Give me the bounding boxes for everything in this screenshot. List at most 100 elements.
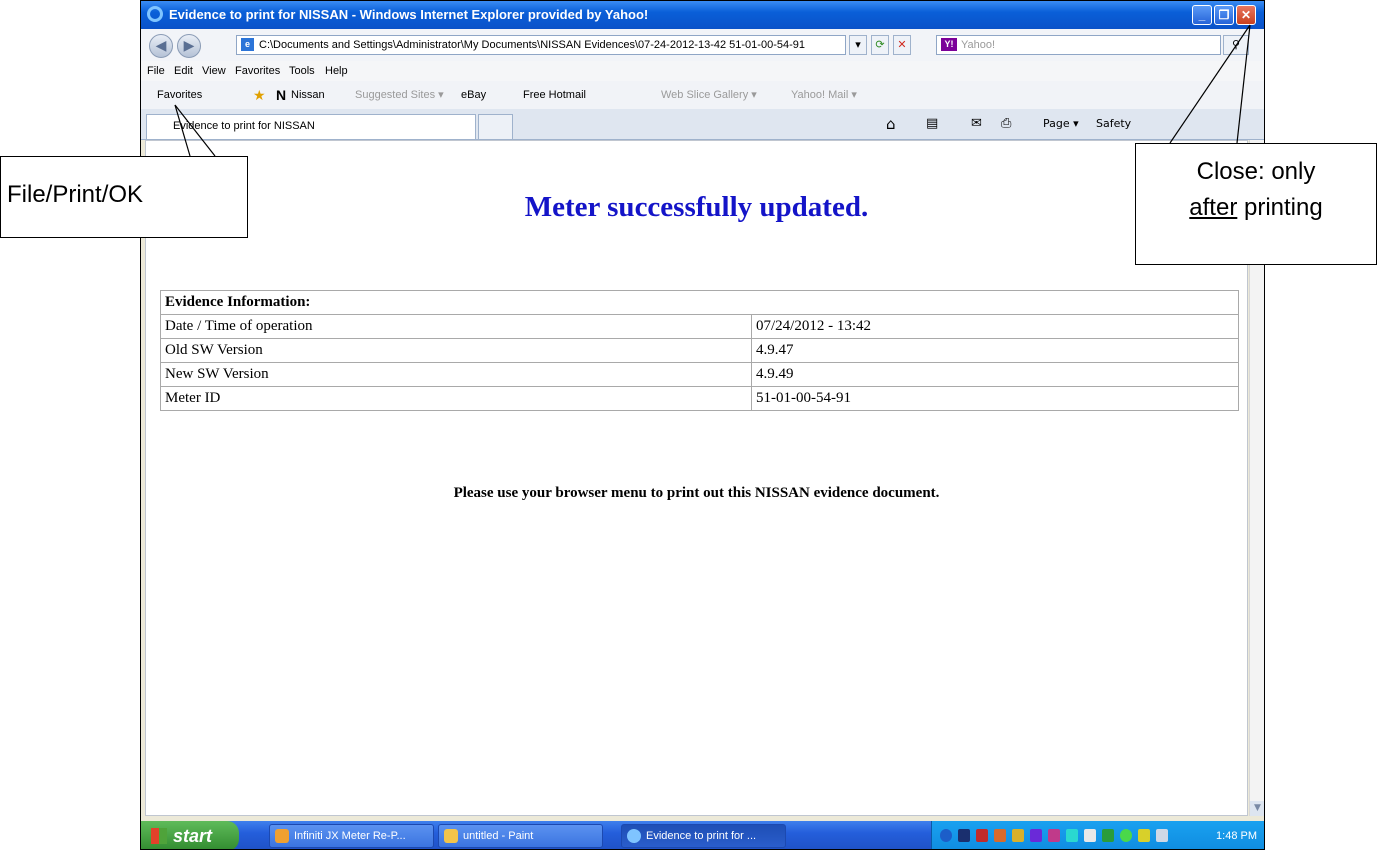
ie-icon (147, 6, 163, 22)
mail-icon[interactable]: ✉ (971, 109, 982, 139)
task-label: untitled - Paint (463, 830, 534, 842)
table-header-row: Evidence Information: (160, 290, 1239, 315)
page-heading: Meter successfully updated. (524, 191, 869, 223)
close-callout-line1: Close: only (1196, 158, 1316, 185)
file-print-callout: File/Print/OK (0, 156, 248, 238)
task-evidence[interactable]: Evidence to print for ... (621, 824, 786, 848)
address-url: C:\Documents and Settings\Administrator\… (259, 39, 805, 51)
menu-help[interactable]: Help (325, 61, 348, 81)
row-label: Old SW Version (160, 338, 752, 363)
close-printing-text: printing (1237, 194, 1323, 221)
close-button[interactable]: ✕ (1236, 5, 1256, 25)
fav-web-slice-gallery[interactable]: Web Slice Gallery ▾ (661, 81, 757, 109)
search-input[interactable]: Y! Yahoo! (936, 35, 1221, 55)
row-label: Date / Time of operation (160, 314, 752, 339)
title-bar: Evidence to print for NISSAN - Windows I… (141, 1, 1264, 29)
refresh-icon[interactable]: ⟳ (871, 35, 889, 55)
menu-file[interactable]: File (147, 61, 165, 81)
file-print-text: File/Print/OK (7, 181, 144, 208)
print-icon[interactable]: ⎙ (1001, 109, 1011, 139)
favorites-bar: Favorites ★ N Nissan Suggested Sites ▾ e… (141, 81, 1264, 110)
task-label: Infiniti JX Meter Re-P... (294, 830, 406, 842)
menu-bar: File Edit View Favorites Tools Help (141, 61, 1264, 82)
tray-icon[interactable] (1084, 829, 1096, 842)
table-header: Evidence Information: (160, 290, 1239, 315)
fav-nissan[interactable]: Nissan (291, 81, 325, 109)
tray-icon[interactable] (1012, 829, 1024, 842)
row-label: New SW Version (160, 362, 752, 387)
tray-icon[interactable] (1048, 829, 1060, 842)
stop-icon[interactable]: ✕ (893, 35, 911, 55)
taskbar: start Infiniti JX Meter Re-P... untitled… (141, 821, 1264, 849)
start-label: start (173, 826, 213, 846)
scroll-down-icon[interactable]: ▼ (1250, 801, 1264, 816)
clock: 1:48 PM (1216, 830, 1257, 842)
tab-evidence[interactable]: Evidence to print for NISSAN (146, 114, 476, 139)
favorites-button[interactable]: Favorites (157, 81, 202, 109)
task-paint[interactable]: untitled - Paint (438, 824, 603, 848)
task-infiniti-meter[interactable]: Infiniti JX Meter Re-P... (269, 824, 434, 848)
menu-favorites[interactable]: Favorites (235, 61, 280, 81)
address-row: ◀ ▶ e C:\Documents and Settings\Administ… (141, 29, 1264, 62)
row-value: 07/24/2012 - 13:42 (751, 314, 1239, 339)
ie-icon (627, 829, 641, 843)
table-row: Date / Time of operation 07/24/2012 - 13… (160, 314, 1239, 339)
back-button[interactable]: ◀ (149, 34, 173, 58)
search-button[interactable]: ⚲ (1223, 35, 1249, 55)
address-dropdown-button[interactable]: ▾ (849, 35, 867, 55)
menu-tools[interactable]: Tools (289, 61, 315, 81)
page-content: Meter successfully updated. Evidence Inf… (145, 140, 1248, 816)
print-message: Please use your browser menu to print ou… (453, 485, 940, 501)
browser-window: Evidence to print for NISSAN - Windows I… (140, 0, 1265, 850)
table-row: Meter ID 51-01-00-54-91 (160, 386, 1239, 411)
menu-view[interactable]: View (202, 61, 226, 81)
address-bar[interactable]: e C:\Documents and Settings\Administrato… (236, 35, 846, 55)
new-tab-button[interactable] (478, 114, 513, 139)
tray-icon[interactable] (994, 829, 1006, 842)
tray-icon[interactable] (976, 829, 988, 842)
close-after-text: after (1189, 194, 1238, 221)
search-placeholder: Yahoo! (961, 39, 996, 51)
yahoo-icon: Y! (941, 38, 957, 51)
tray-icon[interactable] (1030, 829, 1042, 842)
tray-expand-icon[interactable] (940, 829, 952, 842)
tray-icon[interactable] (1138, 829, 1150, 842)
row-value: 51-01-00-54-91 (751, 386, 1239, 411)
tray-icon[interactable] (958, 829, 970, 842)
row-value: 4.9.49 (751, 362, 1239, 387)
app-icon (275, 829, 289, 843)
paint-icon (444, 829, 458, 843)
row-value: 4.9.47 (751, 338, 1239, 363)
tray-icon[interactable] (1066, 829, 1078, 842)
page-menu[interactable]: Page ▾ (1043, 109, 1079, 139)
minimize-button[interactable]: _ (1192, 5, 1212, 25)
evidence-table: Evidence Information: Date / Time of ope… (160, 290, 1239, 411)
restore-button[interactable]: ❐ (1214, 5, 1234, 25)
tray-icon[interactable] (1120, 829, 1132, 842)
network-icon[interactable] (1156, 829, 1168, 842)
close-callout-line2: after printing (1136, 194, 1376, 222)
menu-edit[interactable]: Edit (174, 61, 193, 81)
feeds-icon[interactable]: ▤ (926, 109, 938, 139)
close-callout: Close: only after printing (1135, 143, 1377, 265)
fav-yahoo-mail[interactable]: Yahoo! Mail ▾ (791, 81, 857, 109)
fav-ebay[interactable]: eBay (461, 81, 486, 109)
table-row: Old SW Version 4.9.47 (160, 338, 1239, 363)
fav-free-hotmail[interactable]: Free Hotmail (523, 81, 586, 109)
window-title: Evidence to print for NISSAN - Windows I… (169, 7, 649, 22)
tray-icon[interactable] (1102, 829, 1114, 842)
nissan-icon: N (276, 87, 287, 103)
forward-button[interactable]: ▶ (177, 34, 201, 58)
page-icon: e (241, 38, 254, 51)
safety-menu[interactable]: Safety (1096, 109, 1131, 139)
home-icon[interactable]: ⌂ (886, 109, 896, 139)
add-favorite-icon[interactable]: ★ (253, 81, 266, 109)
fav-suggested-sites[interactable]: Suggested Sites ▾ (355, 81, 444, 109)
windows-logo-icon (151, 828, 167, 844)
table-row: New SW Version 4.9.49 (160, 362, 1239, 387)
tab-label: Evidence to print for NISSAN (173, 120, 315, 132)
start-button[interactable]: start (141, 821, 239, 849)
system-tray: 1:48 PM (931, 821, 1264, 849)
row-label: Meter ID (160, 386, 752, 411)
task-label: Evidence to print for ... (646, 830, 757, 842)
